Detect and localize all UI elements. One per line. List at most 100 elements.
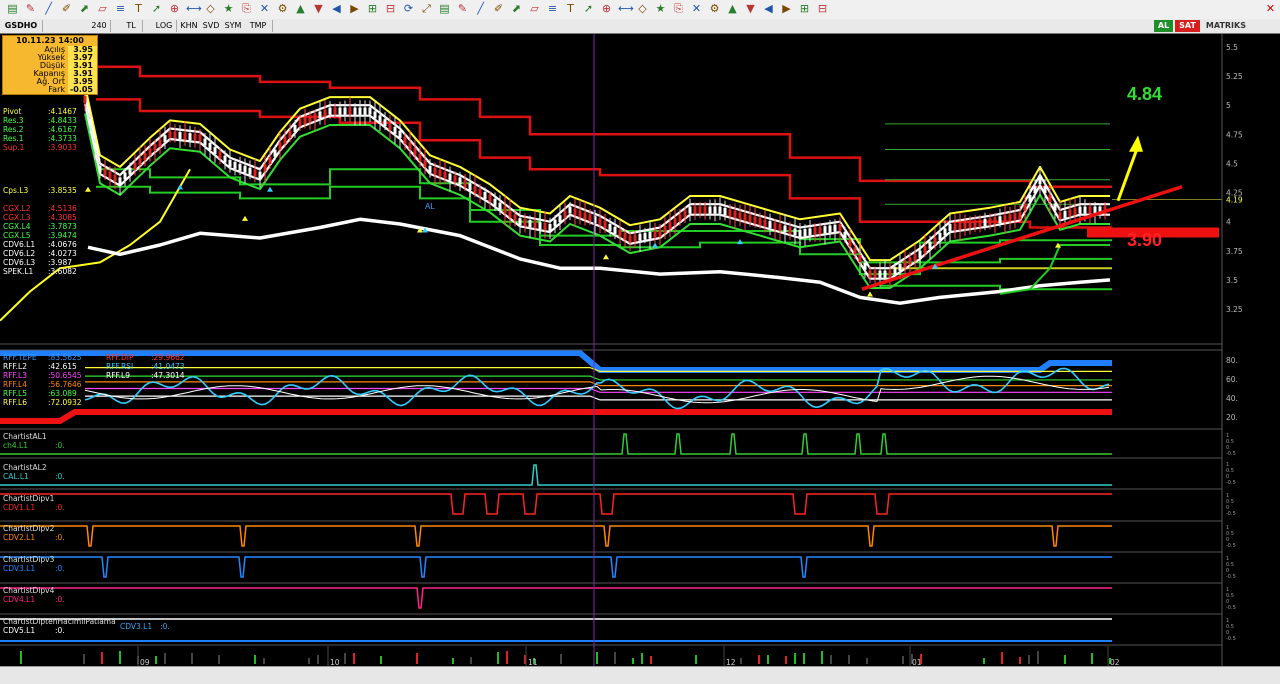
candle-body [918, 250, 922, 258]
pane-series-name: CDV2.L1 [3, 533, 36, 542]
arrow-icon[interactable]: ▲ [726, 2, 739, 16]
indicator-name: CDV6.L2 [3, 249, 36, 258]
indicator-value: :4.1467 [48, 107, 77, 116]
sell-button[interactable]: SAT [1175, 20, 1200, 32]
arrow-icon[interactable]: ➚ [150, 2, 163, 16]
candle-body [1033, 186, 1037, 194]
candle-body [853, 247, 857, 255]
trend-icon[interactable]: ⊞ [366, 2, 379, 16]
pane-series: CDV5.L1:0. [3, 626, 65, 635]
arrow-icon[interactable]: ▤ [438, 2, 451, 16]
trend-icon[interactable]: ⬈ [78, 2, 91, 16]
brush-icon[interactable]: ✐ [60, 2, 73, 16]
shape-icon[interactable]: ▶ [780, 2, 793, 16]
svd-tab[interactable]: SVD [200, 20, 223, 32]
candle-body [118, 177, 122, 185]
candle-body [948, 223, 952, 231]
candle-body [808, 228, 812, 236]
fib-icon[interactable]: ✕ [690, 2, 703, 16]
candle-body [998, 216, 1002, 224]
indicator-value: :4.0273 [48, 249, 77, 258]
measure-icon[interactable]: ⟷ [186, 2, 202, 16]
rff-name: RFF.L4 [3, 380, 27, 389]
shape-icon[interactable]: ✐ [492, 2, 505, 16]
zoom-icon[interactable]: ⊕ [168, 2, 181, 16]
close-icon[interactable]: ✕ [1264, 2, 1277, 16]
settings-icon[interactable]: T [564, 2, 577, 16]
khn-tab[interactable]: KHN [178, 20, 201, 32]
rff-value: :41.0473 [151, 362, 185, 371]
channel-icon[interactable]: ⊟ [384, 2, 397, 16]
candle-body [718, 206, 722, 214]
ma-green [999, 244, 1110, 295]
pencil-icon[interactable]: ✎ [24, 2, 37, 16]
tmp-tab[interactable]: TMP [244, 20, 273, 32]
zoom-icon[interactable]: ▼ [744, 2, 757, 16]
candle-body [238, 163, 242, 171]
line-icon[interactable]: ╱ [42, 2, 55, 16]
candle-body [183, 132, 187, 140]
pane-series-name: ch4.L1 [3, 441, 28, 450]
star-icon[interactable]: ★ [222, 2, 235, 16]
star-icon[interactable]: ⬈ [510, 2, 523, 16]
candle-body [713, 206, 717, 214]
pane-series-value: :0. [55, 533, 65, 542]
buy-button[interactable]: AL [1153, 20, 1174, 32]
candle-body [643, 232, 647, 240]
copy-icon[interactable]: ▱ [528, 2, 541, 16]
copy-icon[interactable]: ⊟ [816, 2, 829, 16]
copy-icon[interactable]: ⎘ [240, 2, 253, 16]
delete-icon[interactable]: ✕ [258, 2, 271, 16]
candle-body [708, 206, 712, 214]
chart-area[interactable]: 5.55.2554.754.54.2543.753.53.254.1980.60… [0, 34, 1280, 666]
candle-body [203, 138, 207, 146]
volume-bar [119, 651, 121, 664]
brush-icon[interactable]: ◇ [636, 2, 649, 16]
pencil-icon[interactable]: ▼ [312, 2, 325, 16]
log-scale-tab[interactable]: LOG [152, 20, 177, 32]
candle-body [98, 165, 102, 173]
candle-body [1028, 194, 1032, 202]
chart-icon[interactable]: ▤ [6, 2, 19, 16]
zoom-icon[interactable]: ✎ [456, 2, 469, 16]
measure-icon[interactable]: ◀ [762, 2, 775, 16]
support-band-3 [880, 284, 1112, 291]
measure-icon[interactable]: ╱ [474, 2, 487, 16]
indicator-legend-item: Res.2:4.6167 [3, 125, 77, 134]
volume-bar [614, 652, 616, 664]
chart-icon[interactable]: ▲ [294, 2, 307, 16]
pencil-icon[interactable]: ⊕ [600, 2, 613, 16]
indicator-value: :3.8535 [48, 186, 77, 195]
shape-icon[interactable]: ◇ [204, 2, 217, 16]
candle-body [458, 177, 462, 185]
brush-icon[interactable]: ▶ [348, 2, 361, 16]
settings-icon[interactable]: ⚙ [276, 2, 289, 16]
fib-icon[interactable]: ≡ [114, 2, 127, 16]
volume-bar [164, 653, 166, 664]
candle-body [568, 206, 572, 214]
channel-icon[interactable]: ⎘ [672, 2, 685, 16]
text-icon[interactable]: ⚙ [708, 2, 721, 16]
star-icon[interactable]: ⊞ [798, 2, 811, 16]
symbol-tab[interactable]: GSDHO [0, 20, 43, 32]
delete-icon[interactable]: ≡ [546, 2, 559, 16]
trend-icon[interactable]: ★ [654, 2, 667, 16]
rff-dip-line [0, 409, 1112, 424]
candle-body [548, 223, 552, 231]
text-icon[interactable]: ⤢ [420, 2, 433, 16]
channel-icon[interactable]: ▱ [96, 2, 109, 16]
line-icon[interactable]: ◀ [330, 2, 343, 16]
candle-body [413, 148, 417, 156]
line-icon[interactable]: ⟷ [618, 2, 634, 16]
text-icon[interactable]: T [132, 2, 145, 16]
candle-body [363, 107, 367, 115]
chart-icon[interactable]: ➚ [582, 2, 595, 16]
status-bar [0, 666, 1280, 684]
pane-series-value: :0. [55, 503, 65, 512]
candle-body [973, 220, 977, 228]
period-tab[interactable]: 240 [88, 20, 111, 32]
fib-icon[interactable]: ⟳ [402, 2, 415, 16]
currency-tab[interactable]: TL [120, 20, 143, 32]
sym-tab[interactable]: SYM [222, 20, 245, 32]
candle-body [288, 130, 292, 138]
